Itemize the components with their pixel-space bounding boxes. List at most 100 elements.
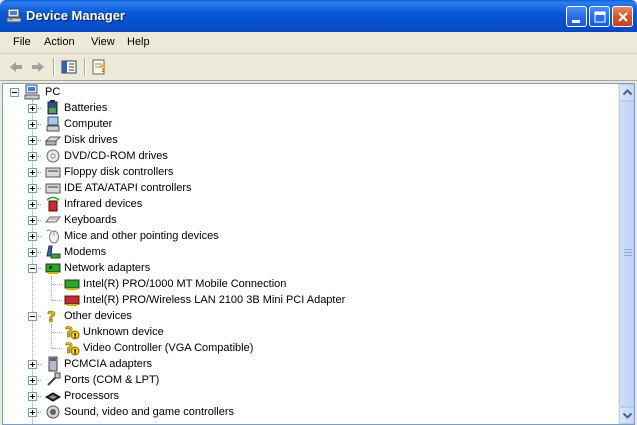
tree-connector <box>52 348 62 349</box>
minimize-button[interactable] <box>566 6 587 27</box>
tree-item-label: IDE ATA/ATAPI controllers <box>64 182 192 194</box>
tree-item-ide-controllers[interactable]: IDE ATA/ATAPI controllers <box>3 180 618 196</box>
expand-toggle[interactable] <box>28 408 37 417</box>
menu-bar: File Action View Help <box>0 32 637 54</box>
sound-icon <box>46 405 60 419</box>
expand-toggle[interactable] <box>28 360 37 369</box>
svg-text:!: ! <box>74 348 77 356</box>
tree-item-unknown-device[interactable]: ? ! Unknown device <box>3 324 618 340</box>
close-button[interactable] <box>612 6 633 27</box>
tree-connector <box>52 284 62 285</box>
chevron-up-icon <box>622 89 633 96</box>
tree-item-mice[interactable]: Mice and other pointing devices <box>3 228 618 244</box>
scroll-grip <box>624 249 632 250</box>
expand-toggle[interactable] <box>28 376 37 385</box>
scroll-thumb[interactable] <box>619 101 634 407</box>
tree-item-intel-pro-1000[interactable]: Intel(R) PRO/1000 MT Mobile Connection <box>3 276 618 292</box>
expand-toggle[interactable] <box>28 120 37 129</box>
expand-toggle[interactable] <box>28 248 37 257</box>
tree-item-label: Floppy disk controllers <box>64 166 174 178</box>
vertical-scrollbar[interactable] <box>618 84 634 424</box>
close-icon <box>618 12 628 22</box>
maximize-button[interactable] <box>589 6 610 27</box>
tree-item-label: Sound, video and game controllers <box>64 406 234 418</box>
properties-icon[interactable]: ? <box>90 58 110 76</box>
tree-item-intel-pro-wireless[interactable]: Intel(R) PRO/Wireless LAN 2100 3B Mini P… <box>3 292 618 308</box>
tree-item-network-adapters[interactable]: Network adapters <box>3 260 618 276</box>
collapse-toggle[interactable] <box>28 312 37 321</box>
expand-toggle[interactable] <box>28 152 37 161</box>
infrared-icon <box>46 196 60 212</box>
tree-item-label: Batteries <box>64 102 108 114</box>
tree-item-computer[interactable]: Computer <box>3 116 618 132</box>
tree-item-batteries[interactable]: Batteries <box>3 100 618 116</box>
scroll-up-button[interactable] <box>619 84 634 101</box>
expand-toggle[interactable] <box>28 104 37 113</box>
tree-item-processors[interactable]: Processors <box>3 388 618 404</box>
maximize-icon <box>594 11 606 23</box>
tree-item-label: Intel(R) PRO/1000 MT Mobile Connection <box>83 278 287 290</box>
scroll-down-button[interactable] <box>619 407 634 424</box>
tree-item-sound-video-game[interactable]: Sound, video and game controllers <box>3 404 618 420</box>
controller-icon <box>45 167 61 178</box>
tree-item-label: Keyboards <box>64 214 117 226</box>
tree-item-keyboards[interactable]: Keyboards <box>3 212 618 228</box>
tree-item-ports[interactable]: Ports (COM & LPT) <box>3 372 618 388</box>
window-title: Device Manager <box>26 8 125 23</box>
tree-item-label: Other devices <box>64 310 132 322</box>
menu-view[interactable]: View <box>91 36 115 48</box>
expand-toggle[interactable] <box>28 168 37 177</box>
menu-help[interactable]: Help <box>127 36 150 48</box>
tree-item-video-controller[interactable]: ? ! Video Controller (VGA Compatible) <box>3 340 618 356</box>
expand-toggle[interactable] <box>28 232 37 241</box>
computer-icon <box>46 116 60 132</box>
device-tree-pane[interactable]: PC Batteries Computer Disk drives DVD/CD… <box>2 83 635 425</box>
expand-toggle[interactable] <box>28 136 37 145</box>
tree-item-label: PCMCIA adapters <box>64 358 153 370</box>
menu-file[interactable]: File <box>13 36 31 48</box>
tree-item-modems[interactable]: Modems <box>3 244 618 260</box>
expand-toggle[interactable] <box>28 200 37 209</box>
tree-item-label: Computer <box>64 118 113 130</box>
tree-connector <box>52 332 62 333</box>
network-adapter-icon <box>45 263 61 274</box>
cd-drive-icon <box>46 149 60 163</box>
tree-item-disk-drives[interactable]: Disk drives <box>3 132 618 148</box>
scroll-grip <box>624 255 632 256</box>
tree-item-label: Infrared devices <box>64 198 143 210</box>
menu-action[interactable]: Action <box>44 36 75 48</box>
tree-item-pcmcia[interactable]: PCMCIA adapters <box>3 356 618 372</box>
collapse-toggle[interactable] <box>28 264 37 273</box>
tree-item-label: Network adapters <box>64 262 151 274</box>
toolbar-separator <box>84 58 86 76</box>
svg-text:?: ? <box>47 308 56 324</box>
toolbar: ? <box>0 54 637 81</box>
minimize-icon <box>572 20 580 23</box>
forward-arrow-icon[interactable] <box>28 58 48 76</box>
tree-item-label: Mice and other pointing devices <box>64 230 219 242</box>
battery-icon <box>47 100 58 115</box>
title-bar[interactable]: Device Manager <box>0 0 637 32</box>
expand-toggle[interactable] <box>28 392 37 401</box>
device-tree: PC Batteries Computer Disk drives DVD/CD… <box>3 84 618 424</box>
tree-item-label: Processors <box>64 390 120 402</box>
expand-toggle[interactable] <box>28 184 37 193</box>
show-hide-console-tree-icon[interactable] <box>59 58 79 76</box>
tree-item-dvd-cd-rom[interactable]: DVD/CD-ROM drives <box>3 148 618 164</box>
tree-root[interactable]: PC <box>3 84 618 100</box>
tree-item-infrared[interactable]: Infrared devices <box>3 196 618 212</box>
network-card-icon <box>64 279 80 290</box>
modem-icon <box>46 245 61 259</box>
back-arrow-icon[interactable] <box>6 58 26 76</box>
collapse-toggle[interactable] <box>10 88 19 97</box>
disk-drive-icon <box>45 136 61 146</box>
expand-toggle[interactable] <box>28 216 37 225</box>
toolbar-separator <box>53 58 55 76</box>
svg-text:!: ! <box>74 332 77 340</box>
svg-text:?: ? <box>100 64 106 75</box>
tree-item-label: Unknown device <box>83 326 164 338</box>
tree-item-label: DVD/CD-ROM drives <box>64 150 168 162</box>
tree-item-floppy-controllers[interactable]: Floppy disk controllers <box>3 164 618 180</box>
tree-item-other-devices[interactable]: ? Other devices <box>3 308 618 324</box>
controller-icon <box>45 183 61 194</box>
